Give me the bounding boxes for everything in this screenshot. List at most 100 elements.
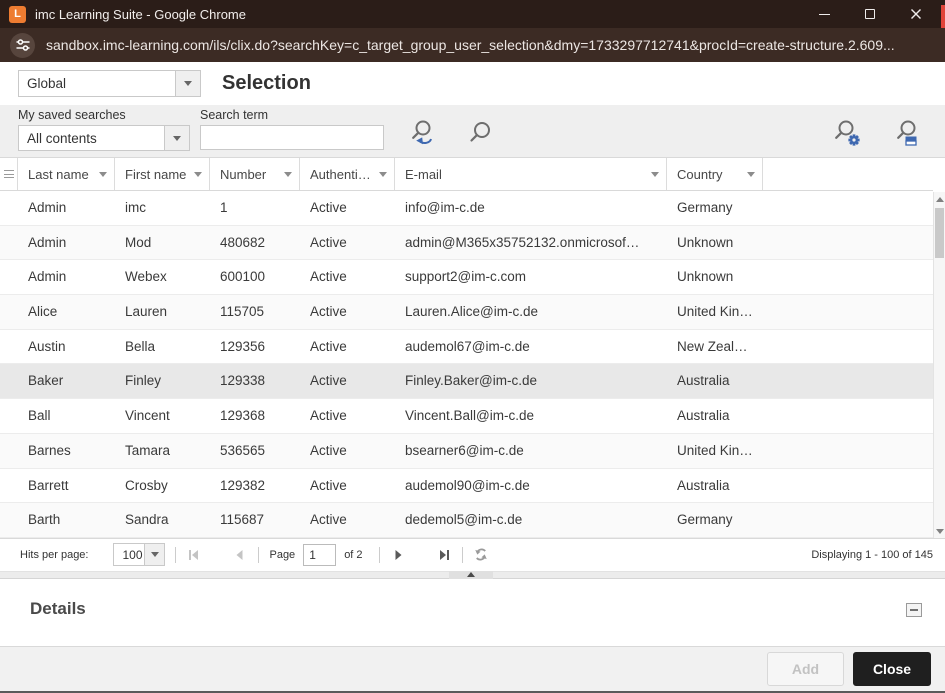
cell-country: United Kin…	[667, 434, 763, 468]
cell-number: 129356	[210, 330, 300, 364]
maximize-button[interactable]	[847, 0, 893, 28]
first-page-button[interactable]	[186, 547, 202, 563]
cell-first-name: Sandra	[115, 503, 210, 537]
cell-filler	[763, 260, 933, 294]
details-splitter[interactable]	[0, 571, 945, 579]
hits-per-page-value: 100	[114, 544, 144, 565]
cell-email: info@im-c.de	[395, 191, 667, 225]
table-row[interactable]: Admin Webex 600100 Active support2@im-c.…	[0, 260, 933, 295]
cell-number: 1	[210, 191, 300, 225]
row-handle-cell	[0, 364, 18, 398]
column-header-number[interactable]: Number	[210, 158, 300, 190]
reset-search-icon[interactable]	[410, 119, 438, 151]
hits-per-page-select[interactable]: 100	[113, 543, 165, 566]
column-menu-chevron-icon[interactable]	[379, 172, 387, 177]
table-row[interactable]: Austin Bella 129356 Active audemol67@im-…	[0, 330, 933, 365]
search-settings-icon[interactable]	[834, 119, 862, 151]
page-url[interactable]: sandbox.imc-learning.com/ils/clix.do?sea…	[46, 37, 895, 53]
cell-authentication: Active	[300, 434, 395, 468]
cell-first-name: Tamara	[115, 434, 210, 468]
column-label: Last name	[28, 167, 89, 182]
last-page-button[interactable]	[436, 547, 452, 563]
row-handle-cell	[0, 330, 18, 364]
cell-country: Unknown	[667, 226, 763, 260]
scroll-up-icon[interactable]	[934, 192, 945, 206]
cell-filler	[763, 295, 933, 329]
table-row[interactable]: Barnes Tamara 536565 Active bsearner6@im…	[0, 434, 933, 469]
cell-authentication: Active	[300, 226, 395, 260]
column-menu-chevron-icon[interactable]	[284, 172, 292, 177]
displaying-status: Displaying 1 - 100 of 145	[811, 549, 933, 561]
column-header-email[interactable]: E-mail	[395, 158, 667, 190]
column-menu-chevron-icon[interactable]	[99, 172, 107, 177]
add-button[interactable]: Add	[767, 652, 844, 686]
table-header: Last name First name Number Authenticat.…	[0, 158, 933, 191]
cell-first-name: Vincent	[115, 399, 210, 433]
column-header-authentication[interactable]: Authenticat..	[300, 158, 395, 190]
chevron-down-icon	[164, 126, 189, 150]
cell-country: United Kin…	[667, 295, 763, 329]
column-menu-chevron-icon[interactable]	[747, 172, 755, 177]
table-menu-handle[interactable]	[0, 158, 18, 190]
splitter-collapse-tab[interactable]	[449, 571, 493, 579]
cell-number: 536565	[210, 434, 300, 468]
table-row[interactable]: Barth Sandra 115687 Active dedemol5@im-c…	[0, 503, 933, 538]
close-window-button[interactable]	[893, 0, 939, 28]
page-label: Page	[269, 549, 295, 561]
column-menu-chevron-icon[interactable]	[194, 172, 202, 177]
cell-first-name: Finley	[115, 364, 210, 398]
refresh-icon[interactable]	[473, 547, 489, 563]
details-title: Details	[30, 599, 86, 619]
user-search-icon[interactable]	[894, 119, 922, 151]
hits-per-page-label: Hits per page:	[20, 549, 88, 561]
scrollbar-thumb[interactable]	[935, 208, 944, 258]
minimize-icon	[819, 14, 830, 15]
saved-searches-select[interactable]: All contents	[18, 125, 190, 151]
table-row[interactable]: Baker Finley 129338 Active Finley.Baker@…	[0, 364, 933, 399]
browser-urlbar: sandbox.imc-learning.com/ils/clix.do?sea…	[0, 28, 945, 62]
table-row[interactable]: Ball Vincent 129368 Active Vincent.Ball@…	[0, 399, 933, 434]
cell-email: Vincent.Ball@im-c.de	[395, 399, 667, 433]
scope-select[interactable]: Global	[18, 70, 201, 97]
scroll-down-icon[interactable]	[934, 524, 945, 538]
close-icon	[910, 8, 922, 20]
divider	[258, 547, 259, 563]
column-menu-chevron-icon[interactable]	[651, 172, 659, 177]
cell-number: 115705	[210, 295, 300, 329]
cell-email: Finley.Baker@im-c.de	[395, 364, 667, 398]
cell-email: audemol90@im-c.de	[395, 469, 667, 503]
total-pages-label: of 2	[344, 549, 362, 561]
table-row[interactable]: Admin Mod 480682 Active admin@M365x35752…	[0, 226, 933, 261]
cell-country: Germany	[667, 191, 763, 225]
cell-first-name: Mod	[115, 226, 210, 260]
window-title: imc Learning Suite - Google Chrome	[35, 7, 801, 22]
column-label: First name	[125, 167, 186, 182]
cell-filler	[763, 226, 933, 260]
close-button[interactable]: Close	[853, 652, 931, 686]
column-header-first-name[interactable]: First name	[115, 158, 210, 190]
cell-number: 115687	[210, 503, 300, 537]
table-row[interactable]: Alice Lauren 115705 Active Lauren.Alice@…	[0, 295, 933, 330]
column-header-last-name[interactable]: Last name	[18, 158, 115, 190]
page-number-input[interactable]	[303, 544, 336, 566]
column-header-country[interactable]: Country	[667, 158, 763, 190]
cell-first-name: imc	[115, 191, 210, 225]
table-scrollbar[interactable]	[933, 192, 945, 538]
search-term-input[interactable]	[200, 125, 384, 150]
saved-searches-label: My saved searches	[18, 108, 126, 122]
table-row[interactable]: Barrett Crosby 129382 Active audemol90@i…	[0, 469, 933, 504]
next-page-button[interactable]	[390, 547, 406, 563]
cell-last-name: Admin	[18, 260, 115, 294]
page-title: Selection	[222, 72, 311, 95]
table-row[interactable]: Admin imc 1 Active info@im-c.de Germany	[0, 191, 933, 226]
collapse-details-icon[interactable]	[906, 603, 922, 617]
cell-last-name: Admin	[18, 191, 115, 225]
search-icon[interactable]	[468, 119, 496, 151]
minimize-button[interactable]	[801, 0, 847, 28]
column-header-filler	[763, 158, 933, 190]
row-handle-cell	[0, 434, 18, 468]
site-settings-icon[interactable]	[10, 33, 35, 58]
cell-number: 129338	[210, 364, 300, 398]
previous-page-button[interactable]	[232, 547, 248, 563]
cell-authentication: Active	[300, 399, 395, 433]
